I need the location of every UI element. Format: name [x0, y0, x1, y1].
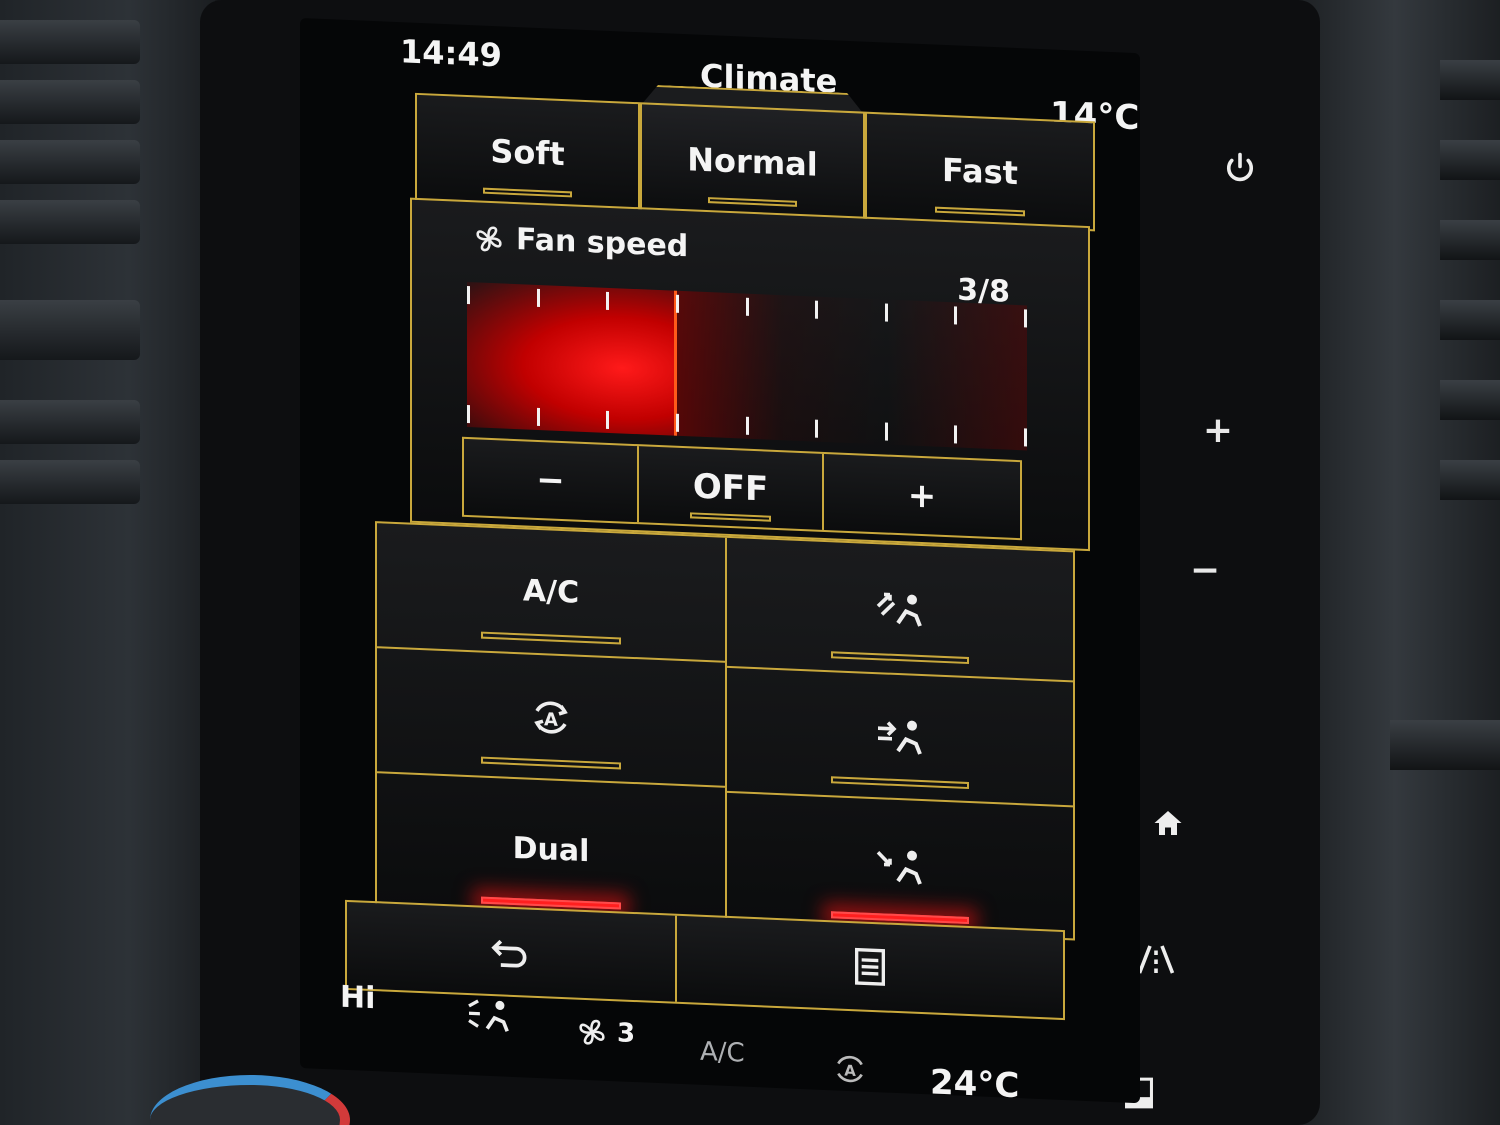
fan-icon	[579, 1019, 605, 1045]
svg-text:A: A	[544, 709, 558, 731]
air-vent-slat	[0, 400, 140, 444]
fan-speed-tick	[537, 407, 540, 427]
fan-off-label: OFF	[692, 466, 769, 510]
fan-speed-panel: Fan speed 3/8 − OFF +	[410, 197, 1090, 552]
driver-temp-setting[interactable]: Hi	[340, 980, 375, 1016]
air-vent-slat	[0, 140, 140, 184]
air-vent-slat	[1440, 460, 1500, 500]
air-vent-slat	[0, 20, 140, 64]
airflow-windscreen-icon	[876, 592, 922, 627]
dashboard-left	[0, 0, 215, 1125]
fan-speed-tick	[537, 288, 540, 308]
climate-options-grid: A/C A Dual	[375, 521, 1075, 941]
fan-speed-tick	[1024, 309, 1027, 328]
navigation-button[interactable]	[1135, 940, 1185, 976]
fan-icon	[476, 225, 502, 251]
auto-recirculation-button[interactable]: A	[377, 648, 727, 788]
fan-speed-label: Fan speed	[516, 222, 689, 265]
volume-down-button[interactable]: −	[1180, 550, 1230, 591]
fan-speed-tick	[815, 419, 818, 438]
fan-speed-tick	[467, 404, 470, 424]
mode-soft-label: Soft	[490, 131, 565, 174]
power-button[interactable]	[1222, 150, 1272, 186]
fan-off-button[interactable]: OFF	[639, 446, 824, 530]
home-icon	[1154, 811, 1182, 835]
auto-recirculation-status[interactable]: A	[830, 1048, 870, 1090]
fan-speed-tick	[746, 416, 749, 435]
air-vent-slat	[1440, 380, 1500, 420]
air-vent-slat	[1440, 300, 1500, 340]
airflow-face-button[interactable]	[727, 667, 1073, 808]
ac-status[interactable]: A/C	[700, 1037, 745, 1069]
airflow-face-indicator	[830, 776, 970, 790]
fan-speed-tick	[746, 297, 749, 316]
back-arrow-icon	[491, 939, 527, 968]
mode-soft-button[interactable]: Soft	[415, 92, 640, 213]
ac-button[interactable]: A/C	[377, 523, 727, 663]
air-vent-slat	[1440, 220, 1500, 260]
fan-speed-tick	[954, 425, 957, 444]
home-button[interactable]	[1150, 805, 1200, 841]
fan-speed-tick	[676, 413, 679, 432]
svg-text:A: A	[844, 1061, 856, 1079]
fan-off-indicator	[690, 512, 771, 522]
air-vent-slat	[1440, 60, 1500, 100]
mode-fast-label: Fast	[942, 150, 1018, 193]
fan-speed-tick	[885, 422, 888, 441]
power-icon	[1226, 152, 1254, 182]
air-vent-slat	[1440, 140, 1500, 180]
auto-recirculation-indicator	[481, 756, 621, 770]
air-vent-slat	[0, 80, 140, 124]
fan-speed-tick	[606, 410, 609, 429]
fan-decrease-button[interactable]: −	[464, 438, 639, 523]
airflow-feet-icon	[876, 850, 922, 885]
fan-speed-glow	[677, 290, 1027, 451]
auto-recirculation-icon: A	[534, 700, 568, 734]
airflow-mode-icon	[468, 999, 509, 1032]
fan-speed-tick	[954, 306, 957, 325]
fan-speed-controls: − OFF +	[462, 436, 1022, 541]
road-icon	[1137, 945, 1175, 974]
vent-adjuster[interactable]	[0, 300, 140, 360]
dual-label: Dual	[512, 830, 590, 869]
menu-list-icon	[855, 947, 885, 986]
mode-indicator	[934, 206, 1026, 217]
fan-level-value: 3	[617, 1018, 636, 1050]
climate-screen: 14:49 Climate 14°C Soft Normal Fast Fan …	[300, 18, 1140, 1104]
airflow-windscreen-indicator	[830, 651, 970, 665]
volume-up-button[interactable]: +	[1193, 410, 1243, 451]
mode-indicator	[483, 187, 572, 198]
vent-adjuster[interactable]	[1390, 720, 1500, 770]
airflow-status[interactable]	[465, 995, 513, 1037]
fan-speed-tick	[606, 291, 609, 310]
fan-speed-tick	[885, 303, 888, 322]
fan-speed-heading: Fan speed	[472, 220, 688, 264]
fan-increase-button[interactable]: +	[824, 454, 1020, 538]
fan-speed-slider[interactable]	[467, 281, 1027, 451]
fan-level-status[interactable]: 3	[575, 1015, 635, 1052]
fan-speed-tick	[815, 300, 818, 319]
mode-normal-button[interactable]: Normal	[640, 102, 865, 222]
air-vent-slat	[0, 460, 140, 504]
dashboard-right	[1290, 0, 1500, 1125]
ac-label: A/C	[522, 573, 580, 611]
auto-recirculation-icon: A	[837, 1055, 863, 1083]
airflow-face-icon	[878, 720, 922, 755]
ac-indicator	[481, 631, 621, 645]
mode-indicator	[708, 197, 797, 207]
fan-speed-tick	[467, 285, 470, 305]
mode-normal-label: Normal	[687, 140, 818, 184]
mode-fast-button[interactable]: Fast	[865, 111, 1095, 232]
fan-speed-tick	[676, 294, 679, 313]
fan-speed-tick	[1024, 428, 1027, 447]
clock: 14:49	[400, 32, 502, 75]
fan-speed-fill	[467, 281, 677, 436]
airflow-windscreen-button[interactable]	[727, 537, 1073, 683]
air-vent-slat	[0, 200, 140, 244]
